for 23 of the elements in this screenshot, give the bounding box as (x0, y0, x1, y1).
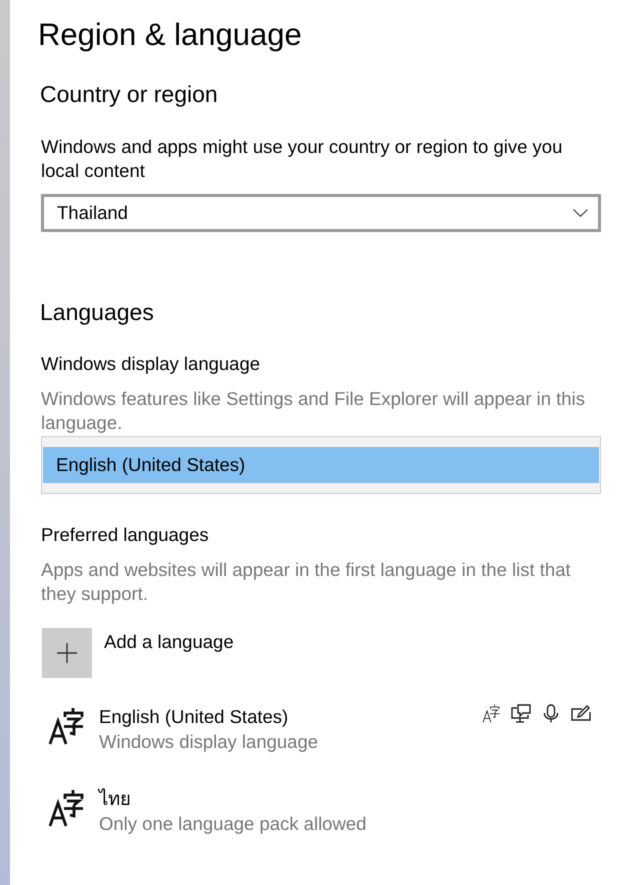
page-title: Region & language (38, 16, 302, 54)
language-name: ไทย (99, 787, 131, 811)
plus-icon (42, 628, 92, 678)
description-text: Windows and apps might use your country or region to give you local content (41, 135, 564, 183)
description-text: Windows features like Settings and File Explorer will appear in this language. (41, 387, 586, 435)
language-status: Only one language pack allowed (99, 812, 366, 836)
language-option[interactable]: English (United States) (43, 447, 599, 483)
language-status: Windows display language (99, 730, 318, 754)
country-dropdown[interactable]: Thailand (41, 194, 601, 232)
pen-icon (571, 704, 591, 723)
monitor-speech-icon (511, 704, 531, 723)
section-heading: Languages (40, 298, 154, 327)
add-language-button[interactable]: Add a language (42, 628, 234, 678)
language-icon (48, 789, 84, 827)
language-icon (48, 707, 84, 745)
field-label: Preferred languages (41, 523, 209, 547)
language-name: English (United States) (99, 705, 288, 729)
microphone-icon (541, 704, 561, 723)
description-text: Apps and websites will appear in the first language in the list that they support. (41, 558, 572, 606)
section-heading: Country or region (40, 80, 218, 109)
field-label: Windows display language (41, 352, 260, 376)
chevron-down-icon (573, 209, 588, 217)
language-pack-icon (481, 704, 501, 723)
